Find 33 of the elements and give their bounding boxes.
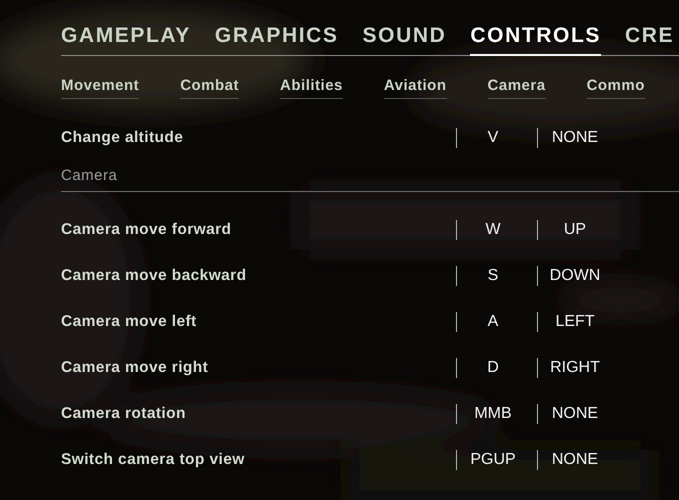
primary-key-binding[interactable]: V	[457, 129, 529, 147]
category-tab[interactable]: Commo	[586, 77, 645, 99]
category-tab[interactable]: Combat	[180, 77, 240, 99]
primary-key-binding[interactable]: D	[457, 359, 529, 377]
secondary-key-binding[interactable]: NONE	[538, 451, 612, 469]
section-heading: Camera	[61, 161, 679, 192]
action-label: Camera move backward	[61, 267, 248, 285]
secondary-key-binding[interactable]: UP	[538, 221, 612, 239]
primary-key-binding[interactable]: PGUP	[457, 451, 529, 469]
primary-key-binding[interactable]: W	[457, 221, 529, 239]
settings-tab[interactable]: CRE	[625, 22, 674, 56]
settings-tab[interactable]: SOUND	[362, 22, 446, 56]
category-tab[interactable]: Abilities	[280, 77, 343, 99]
secondary-key-binding[interactable]: DOWN	[538, 267, 612, 285]
secondary-key-binding[interactable]: NONE	[538, 405, 612, 423]
settings-tab[interactable]: GAMEPLAY	[61, 22, 191, 56]
category-tab[interactable]: Aviation	[384, 77, 447, 99]
primary-key-binding[interactable]: MMB	[457, 405, 529, 423]
primary-key-binding[interactable]: S	[457, 267, 529, 285]
action-label: Camera move left	[61, 313, 198, 331]
primary-key-binding[interactable]: A	[457, 313, 529, 331]
action-label: Camera move right	[61, 359, 210, 377]
action-label: Camera move forward	[61, 221, 232, 239]
secondary-key-binding[interactable]: NONE	[538, 129, 612, 147]
settings-tab[interactable]: CONTROLS	[470, 22, 602, 56]
secondary-key-binding[interactable]: LEFT	[538, 313, 612, 331]
settings-tab[interactable]: GRAPHICS	[214, 22, 339, 56]
action-label: Camera rotation	[61, 405, 187, 423]
category-tab[interactable]: Movement	[61, 77, 140, 99]
secondary-key-binding[interactable]: RIGHT	[538, 359, 612, 377]
action-label: Change altitude	[61, 129, 184, 147]
action-label: Switch camera top view	[61, 451, 246, 469]
category-tab[interactable]: Camera	[488, 77, 546, 99]
